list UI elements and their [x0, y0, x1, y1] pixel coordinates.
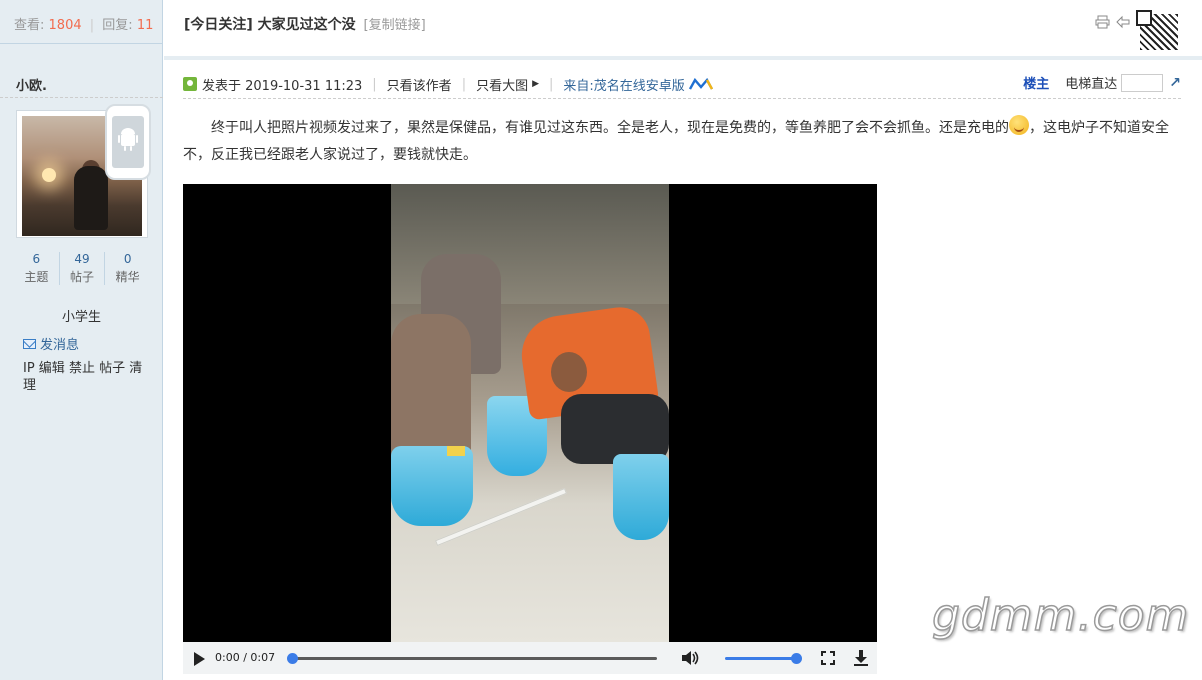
- user-rank: 小学生: [61, 310, 101, 325]
- divider: [0, 97, 163, 98]
- views-count: 1804: [48, 18, 82, 33]
- post-content: 终于叫人把照片视频发过来了，果然是保健品，有谁见过这东西。全是老人，现在是免费的…: [183, 115, 1183, 169]
- fullscreen-icon[interactable]: [821, 651, 835, 665]
- triangle-right-icon[interactable]: ▶: [532, 79, 539, 89]
- stat-posts[interactable]: 49 帖子: [60, 252, 106, 285]
- author-stats: 6 主题 49 帖子 0 精华: [14, 252, 150, 285]
- app-logo-icon: [688, 78, 713, 90]
- site-watermark: gdmm.com: [931, 589, 1190, 642]
- post-text-part1: 终于叫人把照片视频发过来了，果然是保健品，有谁见过这东西。全是老人，现在是免费的…: [211, 120, 1009, 136]
- replies-count: 11: [136, 18, 154, 33]
- source-link[interactable]: 来自:茂名在线安卓版: [563, 75, 684, 94]
- thread-stats: 查看: 1804 | 回复: 11: [0, 0, 162, 44]
- post-date: 发表于 2019-10-31 11:23: [202, 78, 363, 94]
- previous-thread-icon[interactable]: [1116, 15, 1130, 29]
- floor-label: 楼主: [1023, 77, 1050, 92]
- qr-code-icon[interactable]: [1136, 10, 1180, 52]
- views-label: 查看:: [14, 18, 45, 33]
- stat-digest[interactable]: 0 精华: [105, 252, 150, 285]
- print-icon[interactable]: [1095, 15, 1110, 29]
- send-message-link[interactable]: 发消息: [23, 334, 79, 353]
- video-controls: 0:00 / 0:07: [183, 642, 877, 674]
- volume-icon[interactable]: [681, 650, 699, 666]
- video-frame: [391, 184, 669, 642]
- play-icon[interactable]: [194, 652, 205, 666]
- thread-title: [今日关注] 大家见过这个没 [复制链接]: [184, 14, 426, 34]
- go-arrow-icon[interactable]: ↗: [1169, 75, 1181, 91]
- volume-slider[interactable]: [725, 653, 802, 664]
- download-icon[interactable]: [853, 649, 869, 667]
- online-status-icon: [183, 77, 197, 91]
- copy-link-button[interactable]: [复制链接]: [364, 18, 426, 33]
- floor-jump-input[interactable]: [1121, 73, 1164, 92]
- progress-knob[interactable]: [287, 653, 298, 664]
- progress-slider[interactable]: [287, 653, 657, 664]
- only-author-link[interactable]: 只看该作者: [387, 75, 452, 94]
- video-player[interactable]: 0:00 / 0:07: [183, 184, 877, 674]
- video-time: 0:00 / 0:07: [215, 651, 276, 664]
- jump-label: 电梯直达: [1065, 77, 1118, 92]
- admin-links[interactable]: IP 编辑 禁止 帖子 清理: [23, 360, 153, 394]
- thread-header: [今日关注] 大家见过这个没 [复制链接]: [164, 0, 1202, 60]
- stat-threads[interactable]: 6 主题: [14, 252, 60, 285]
- send-message-label: 发消息: [40, 338, 80, 353]
- replies-label: 回复:: [102, 18, 133, 33]
- author-name[interactable]: 小欧.: [16, 75, 47, 94]
- volume-knob[interactable]: [791, 653, 802, 664]
- android-phone-icon: [105, 104, 151, 180]
- mail-icon: [23, 338, 36, 349]
- author-sidebar: 查看: 1804 | 回复: 11 小欧. 6 主题 49 帖子 0 精华 小学…: [0, 0, 163, 680]
- smiley-emoji-icon: [1009, 115, 1029, 135]
- thread-title-text: [今日关注] 大家见过这个没: [184, 17, 356, 33]
- floor-nav: 楼主 电梯直达 ↗: [1023, 73, 1181, 92]
- stats-divider: |: [89, 18, 95, 33]
- big-image-link[interactable]: 只看大图: [476, 75, 528, 94]
